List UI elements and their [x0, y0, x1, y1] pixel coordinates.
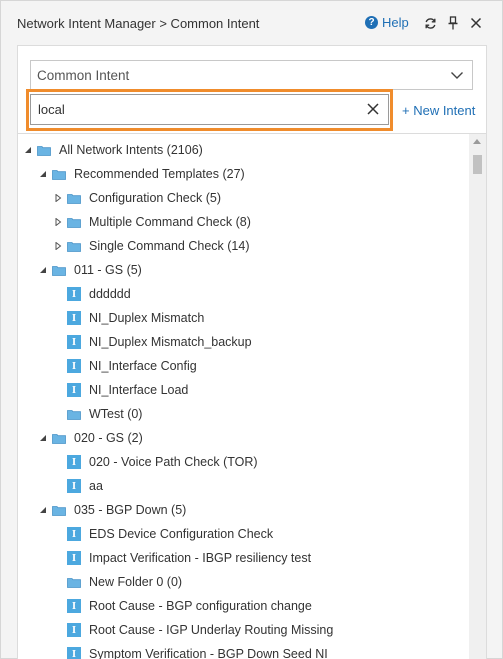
tree-leaf-symptom-verification[interactable]: I Symptom Verification - BGP Down Seed N…: [67, 642, 328, 659]
tree-node-label: Single Command Check (14): [89, 239, 250, 253]
intent-icon: I: [67, 479, 81, 493]
tree-node-label: NI_Duplex Mismatch_backup: [89, 335, 252, 349]
folder-icon: [52, 169, 66, 180]
tree-node-label: All Network Intents (2106): [59, 143, 203, 157]
tree-node-wtest[interactable]: WTest (0): [67, 402, 142, 426]
tree-leaf-impact-verification[interactable]: I Impact Verification - IBGP resiliency …: [67, 546, 311, 570]
expanded-triangle-icon[interactable]: [38, 505, 48, 515]
network-intent-panel: Network Intent Manager > Common Intent ?…: [0, 0, 503, 659]
tree-node-label: NI_Interface Config: [89, 359, 197, 373]
new-intent-button[interactable]: + New Intent: [402, 103, 475, 118]
tree-node-recommended-templates[interactable]: Recommended Templates (27): [38, 162, 245, 186]
tree-node-multiple-command-check[interactable]: Multiple Command Check (8): [53, 210, 251, 234]
collapsed-triangle-icon[interactable]: [53, 217, 63, 227]
intent-category-select[interactable]: Common Intent: [30, 60, 473, 90]
help-link[interactable]: ? Help: [365, 15, 409, 30]
intent-icon: I: [67, 287, 81, 301]
tree-node-label: Impact Verification - IBGP resiliency te…: [89, 551, 312, 565]
tree-leaf-ni-duplex-mismatch[interactable]: I NI_Duplex Mismatch: [67, 306, 204, 330]
close-icon[interactable]: [468, 15, 484, 31]
tree-node-label: EDS Device Configuration Check: [89, 527, 274, 541]
intent-icon: I: [67, 623, 81, 637]
tree-leaf-aa[interactable]: I aa: [67, 474, 103, 498]
folder-icon: [52, 505, 66, 516]
folder-icon: [67, 409, 81, 420]
tree-leaf-dddddd[interactable]: I dddddd: [67, 282, 131, 306]
tree-node-011-gs[interactable]: 011 - GS (5): [38, 258, 142, 282]
tree-leaf-ni-interface-config[interactable]: I NI_Interface Config: [67, 354, 197, 378]
folder-icon: [52, 265, 66, 276]
breadcrumb: Network Intent Manager > Common Intent: [17, 16, 260, 31]
tree-node-label: 020 - Voice Path Check (TOR): [89, 455, 258, 469]
help-label: Help: [382, 15, 409, 30]
tree-node-label: aa: [89, 479, 103, 493]
intent-icon: I: [67, 599, 81, 613]
expanded-triangle-icon[interactable]: [38, 433, 48, 443]
folder-icon: [67, 577, 81, 588]
tree-node-label: dddddd: [89, 287, 131, 301]
tree-leaf-root-cause-igp[interactable]: I Root Cause - IGP Underlay Routing Miss…: [67, 618, 333, 642]
intent-icon: I: [67, 551, 81, 565]
folder-icon: [67, 193, 81, 204]
tree-node-label: WTest (0): [89, 407, 143, 421]
folder-icon: [37, 145, 51, 156]
search-input[interactable]: [31, 95, 361, 124]
search-box: [30, 94, 389, 125]
pin-icon[interactable]: [445, 15, 461, 31]
tree-node-configuration-check[interactable]: Configuration Check (5): [53, 186, 221, 210]
folder-icon: [67, 241, 81, 252]
expanded-triangle-icon[interactable]: [38, 265, 48, 275]
expanded-triangle-icon[interactable]: [23, 145, 33, 155]
tree-node-all-intents[interactable]: All Network Intents (2106): [23, 138, 203, 162]
tree-node-label: 020 - GS (2): [74, 431, 143, 445]
tree-node-label: 035 - BGP Down (5): [74, 503, 187, 517]
scroll-thumb[interactable]: [473, 155, 482, 174]
question-circle-icon: ?: [365, 16, 378, 29]
tree-node-label: Root Cause - IGP Underlay Routing Missin…: [89, 623, 334, 637]
intent-icon: I: [67, 455, 81, 469]
tree-leaf-root-cause-bgp[interactable]: I Root Cause - BGP configuration change: [67, 594, 312, 618]
collapsed-triangle-icon[interactable]: [53, 241, 63, 251]
tree-node-single-command-check[interactable]: Single Command Check (14): [53, 234, 250, 258]
tree-leaf-ni-interface-load[interactable]: I NI_Interface Load: [67, 378, 188, 402]
clear-search-icon[interactable]: [366, 102, 380, 116]
chevron-down-icon: [451, 72, 463, 79]
tree-leaf-voice-path-check[interactable]: I 020 - Voice Path Check (TOR): [67, 450, 258, 474]
scroll-up-arrow-icon[interactable]: [473, 139, 481, 144]
tree-node-label: NI_Interface Load: [89, 383, 189, 397]
tree-node-035-bgp-down[interactable]: 035 - BGP Down (5): [38, 498, 186, 522]
collapsed-triangle-icon[interactable]: [53, 193, 63, 203]
tree-node-label: Root Cause - BGP configuration change: [89, 599, 312, 613]
tree-node-label: 011 - GS (5): [74, 263, 142, 277]
intent-icon: I: [67, 527, 81, 541]
folder-icon: [67, 217, 81, 228]
tree-node-label: Symptom Verification - BGP Down Seed NI: [89, 647, 328, 659]
tree-node-label: New Folder 0 (0): [89, 575, 183, 589]
tree-node-label: Recommended Templates (27): [74, 167, 245, 181]
tree-node-020-gs[interactable]: 020 - GS (2): [38, 426, 143, 450]
intent-icon: I: [67, 335, 81, 349]
tree-node-label: Configuration Check (5): [89, 191, 222, 205]
tree-leaf-eds-device-config[interactable]: I EDS Device Configuration Check: [67, 522, 273, 546]
intent-icon: I: [67, 311, 81, 325]
refresh-icon[interactable]: [422, 15, 438, 31]
tree-node-label: Multiple Command Check (8): [89, 215, 251, 229]
select-value: Common Intent: [37, 68, 130, 83]
intent-icon: I: [67, 359, 81, 373]
panel-header: Network Intent Manager > Common Intent ?…: [1, 1, 502, 45]
tree-node-label: NI_Duplex Mismatch: [89, 311, 205, 325]
intent-icon: I: [67, 647, 81, 659]
vertical-scrollbar[interactable]: [469, 134, 486, 659]
folder-icon: [52, 433, 66, 444]
intent-tree: All Network Intents (2106) Recommended T…: [17, 133, 487, 659]
intent-icon: I: [67, 383, 81, 397]
filter-area: Common Intent + New Intent: [17, 45, 487, 133]
tree-node-new-folder-0[interactable]: New Folder 0 (0): [67, 570, 182, 594]
expanded-triangle-icon[interactable]: [38, 169, 48, 179]
tree-leaf-ni-duplex-mismatch-backup[interactable]: I NI_Duplex Mismatch_backup: [67, 330, 252, 354]
